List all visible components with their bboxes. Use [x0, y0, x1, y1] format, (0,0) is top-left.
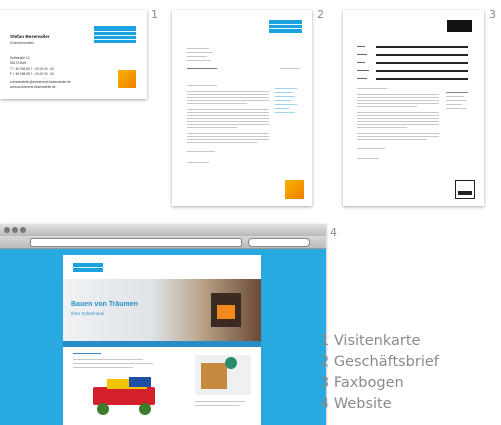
letter-brand-mark [285, 180, 304, 199]
site-nav [63, 341, 261, 347]
hero-title: Bauen von Träumen [71, 301, 138, 308]
sidebar-box [195, 355, 251, 395]
item-number-3: 3 [489, 8, 496, 21]
browser-toolbar [0, 236, 326, 249]
card-phone: T + 49 008 65 7 - 00 00 00 - 00 [10, 67, 54, 71]
brand-mark [118, 70, 136, 88]
business-card: Stefan Besenwiler Schreinermeister Dorfs… [0, 10, 147, 99]
page-content: Bauen von Träumen Ihrer Schreinerei [63, 255, 261, 425]
item-number-2: 2 [317, 8, 324, 21]
toy-car-image [85, 377, 169, 417]
card-name: Stefan Besenwiler [10, 34, 50, 39]
card-email: s.besenwieler@schreinerei-besenwieler.de [10, 80, 71, 84]
hero-subtitle: Ihrer Schreinerei [71, 311, 105, 316]
legend-item-4: 4 Website [320, 396, 392, 412]
card-city: 83473 Bohl [10, 61, 27, 65]
card-fax: F + 49 008 65 7 - 00 00 00 - 00 [10, 72, 55, 76]
letter-logo [269, 20, 302, 33]
brand-logo [94, 26, 136, 43]
page-background: Bauen von Träumen Ihrer Schreinerei [0, 249, 326, 425]
item-number-4: 4 [330, 226, 337, 239]
legend-item-2: 2 Geschäftsbrief [320, 354, 439, 370]
address-bar [30, 238, 242, 247]
item-number-1: 1 [151, 8, 158, 21]
website-screenshot: Bauen von Träumen Ihrer Schreinerei [0, 224, 326, 425]
letter-sheet [172, 10, 312, 206]
card-web: www.schreinerei-besenwieler.de [10, 85, 56, 89]
fax-sheet [343, 10, 484, 206]
card-role: Schreinermeister [10, 41, 35, 45]
fax-brand-mark [455, 180, 475, 199]
hero-banner: Bauen von Träumen Ihrer Schreinerei [63, 279, 261, 341]
search-field [248, 238, 310, 247]
legend-item-1: 1 Visitenkarte [320, 333, 421, 349]
card-street: Dorfstraße 12 [10, 56, 30, 60]
legend-item-3: 3 Faxbogen [320, 375, 404, 391]
site-logo [73, 263, 103, 272]
fax-logo [447, 20, 472, 32]
